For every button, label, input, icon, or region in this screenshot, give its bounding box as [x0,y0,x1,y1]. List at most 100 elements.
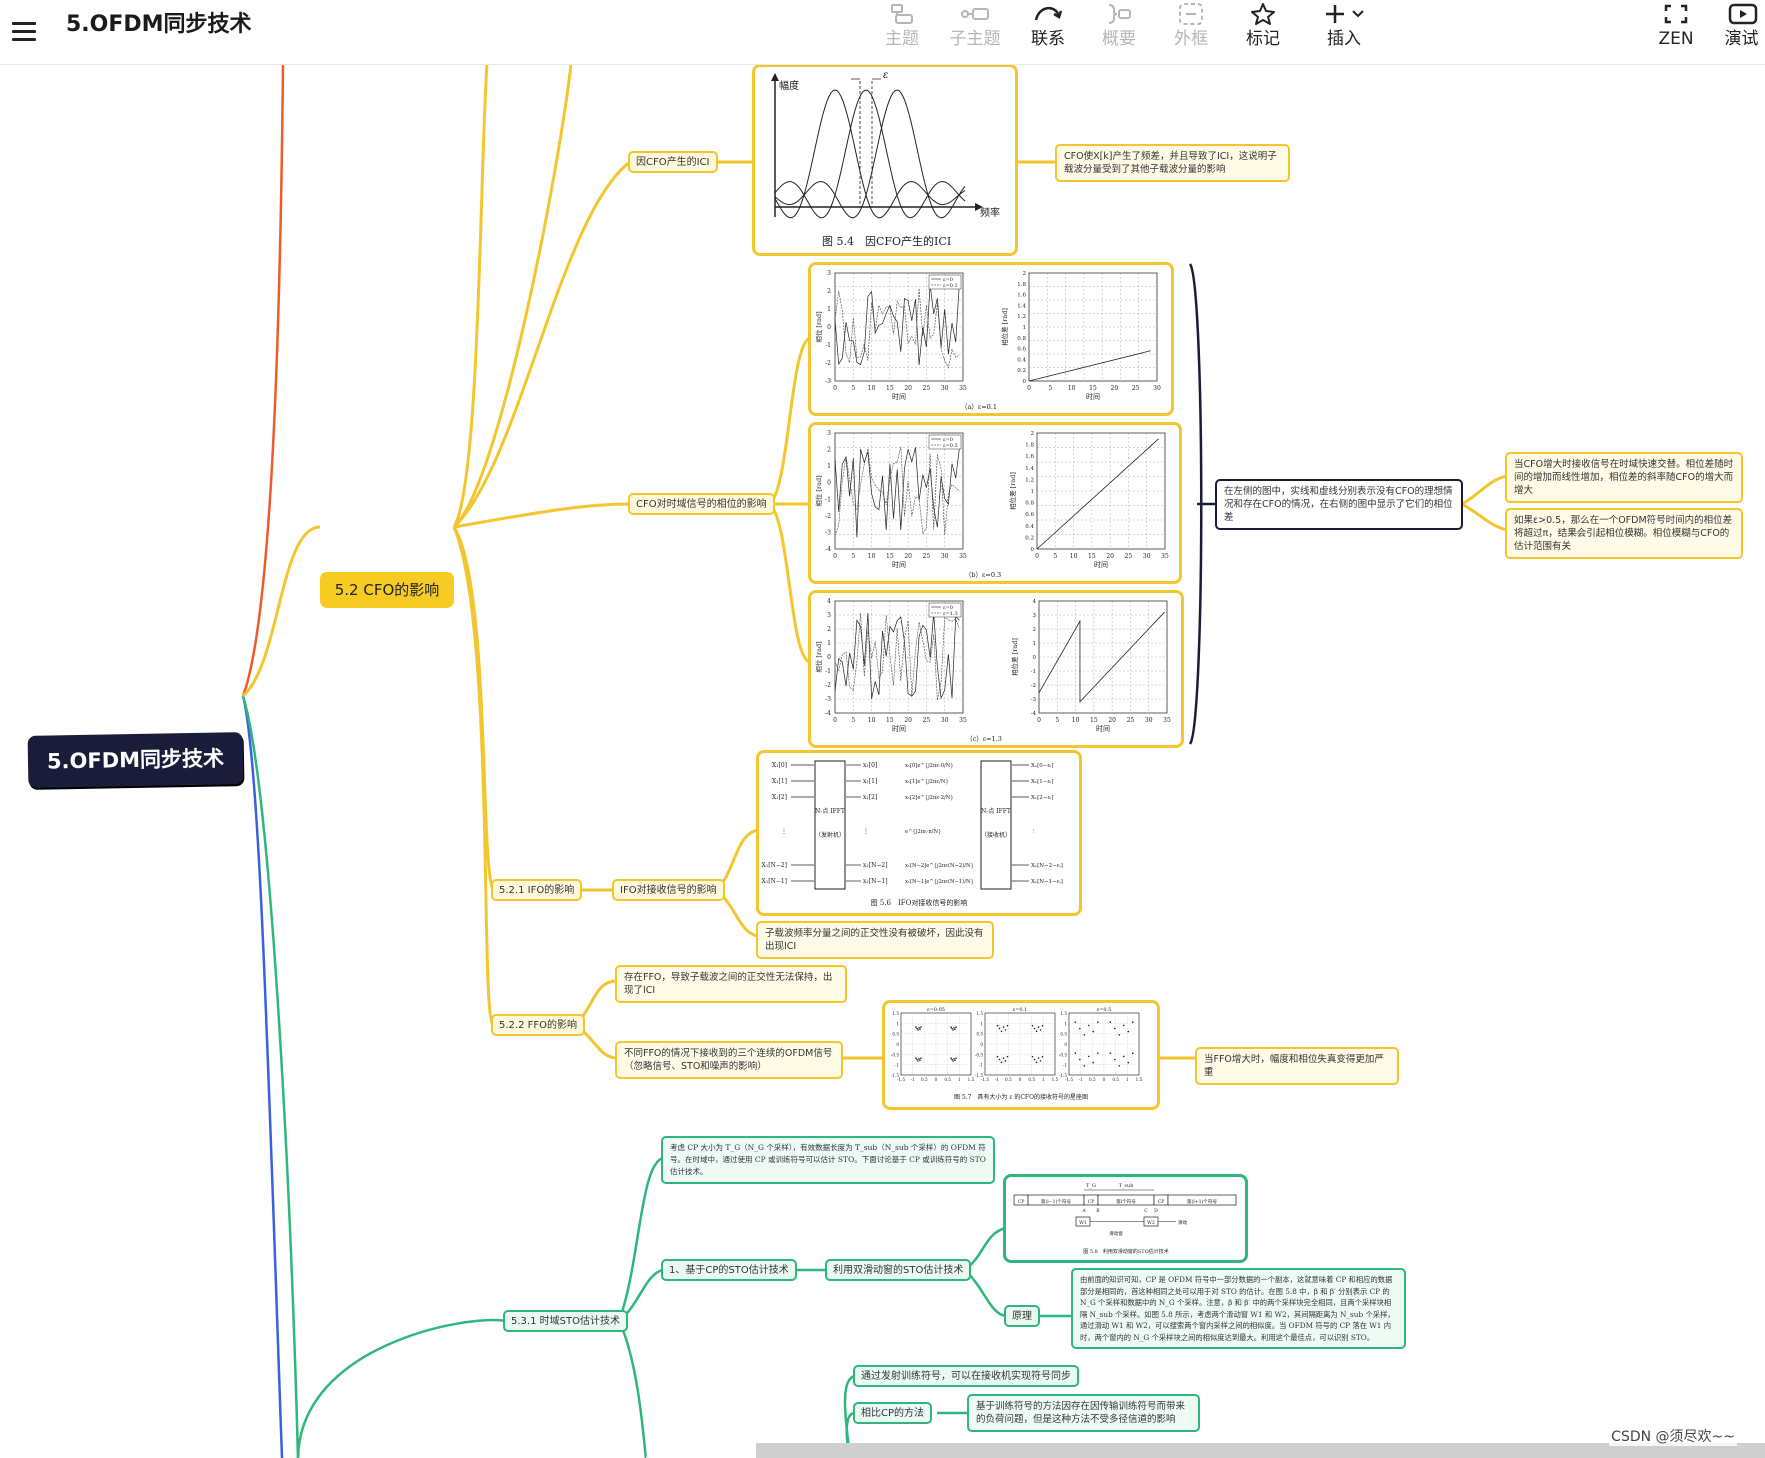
note-phase-desc[interactable]: 在左侧的图中，实线和虚线分别表示没有CFO的理想情况和存在CFO的情况，在右侧的… [1215,479,1463,530]
x-tick-label: -1 [995,1077,999,1082]
ifo-tx-output: x₁[N−1] [863,878,888,885]
legend-entry: ε=1.3 [943,611,958,617]
ifo-input-label: X₁[N−2] [762,862,787,869]
constellation-point [1118,1065,1121,1067]
topic-phase-effect[interactable]: CFO对时域信号的相位的影响 [628,493,775,515]
constellation-point [1033,1027,1036,1030]
ifo-channel-label: x₁[0]e^{j2πε·0/N} [905,762,954,769]
x-tick-label: -1 [911,1077,915,1082]
constellation-point [1039,1029,1042,1031]
document-title: 5.OFDM同步技术 [66,12,252,37]
topic-ifo-effect[interactable]: IFO对接收信号的影响 [612,879,725,901]
constellation-point [1074,1021,1077,1023]
figure-phase-c[interactable]: ε=0 ε=1.3 4 3 2 1 0 -1 -2 -3 -4 4 3 2 1 0 -1 -2 -3 -4 0 5 10 15… [808,590,1184,748]
topic-button[interactable]: 主题 [869,0,935,60]
figure-ici[interactable]: 幅度 ε 频率 图 5.4 因CFO产生的ICI [752,64,1018,256]
note-ffo-signals[interactable]: 不同FFO的情况下接收到的三个连续的OFDM信号（忽略信号、STO和噪声的影响） [615,1041,843,1079]
boundary-button[interactable]: 外框 [1158,0,1224,60]
subtopic-button[interactable]: 子主题 [942,0,1008,60]
constellation-point [1000,1030,1003,1033]
root-topic[interactable]: 5.OFDM同步技术 [27,732,244,788]
y-tick-label: -4 [825,546,831,553]
note-phase-2[interactable]: 如果ε>0.5，那么在一个OFDM符号时间内的相位差将超过π，结果会引起相位模糊… [1505,508,1743,559]
x-tick-label: -1.5 [897,1077,905,1082]
topic-cfo-effect[interactable]: 5.2 CFO的影响 [320,572,454,608]
note-sto-intro[interactable]: 考虑 CP 大小为 T_G（N_G 个采样），有效数据长度为 T_sub（N_s… [661,1136,995,1184]
note-ffo[interactable]: 当FFO增大时，幅度和相位失真变得更加严重 [1195,1047,1399,1085]
x-tick-label: 10 [868,385,876,392]
constellation-point [1132,1052,1134,1054]
summary-button[interactable]: 概要 [1086,0,1152,60]
note-ffo-ici[interactable]: 存在FFO，导致子载波之间的正交性无法保持，出现了ICI [615,965,847,1003]
constellation-point [1092,1030,1095,1033]
figure-phase-a[interactable]: ε=0 ε=0.1 3 2 1 0 -1 -2 -3 2 1.8 1.6 1.4 1.2 1 0.8 0.6 0.… [808,262,1174,416]
ifo-tx-output: x₁[N−2] [863,862,888,869]
note-phase-1[interactable]: 当CFO增大时接收信号在时域快速交替。相位差随时间的增加而线性增加，相位差的斜率… [1505,452,1743,503]
x-tick-label: 5 [1055,717,1059,724]
tx-role-label: （发射机） [815,831,845,839]
insert-label: 插入 [1327,29,1361,49]
y-tick-label: 1 [827,640,831,647]
x-tick-label: 30 [1143,553,1151,560]
y-tick-label: -2 [825,360,831,367]
topic-cp-based[interactable]: 1、基于CP的STO估计技术 [661,1259,797,1281]
x-axis-label: 时间 [892,560,906,569]
note-principle[interactable]: 由前面的知识可知，CP 是 OFDM 符号中一部分数据的一个副本，这就意味着 C… [1071,1268,1406,1349]
constellation-title: ε=0.05 [927,1007,945,1013]
ifo-channel-label: e^{j2πε·n/N} [905,828,941,835]
x-tick-label: 0.5 [944,1077,951,1082]
y-tick-label: 4 [1033,599,1037,605]
present-button[interactable]: 演试 [1718,0,1765,60]
ifo-caption: 图 5.6 IFO对接收信号的影响 [871,898,968,907]
y-tick-label: 0.2 [1025,535,1034,541]
sto-move-label: 滑动 [1178,1219,1188,1226]
x-tick-label: 35 [1161,553,1169,560]
topic-sto-time[interactable]: 5.3.1 时域STO估计技术 [503,1310,628,1332]
x-tick-label: 30 [1153,385,1161,392]
x-tick-label: 15 [886,553,894,560]
y-tick-label: 1.2 [1017,314,1026,320]
note-compare[interactable]: 基于训练符号的方法因存在因传输训练符号而带来的负荷问题，但是这种方法不受多径信道… [967,1394,1200,1432]
constellation-point [1037,1057,1040,1059]
ifo-channel-label: x₁[1]e^{j2πε/N} [905,778,949,785]
constellation-point [1088,1055,1090,1058]
sto-segment-label: CP [1158,1199,1165,1205]
ifo-channel-label: x₁[N−1]e^{j2πε(N−1)/N} [905,878,974,885]
marker-button[interactable]: 标记 [1230,0,1296,60]
tx-ifft-block [814,760,846,890]
constellation-point [1000,1061,1003,1064]
topic-sliding-window[interactable]: 利用双滑动窗的STO估计技术 [825,1259,972,1281]
constellation-point [917,1029,919,1031]
note-ici[interactable]: CFO使X[k]产生了频差，并且导致了ICI，这说明子载波分量受到了其他子载波分… [1055,144,1290,182]
ici-eps: ε [883,70,889,81]
figure-phase-b[interactable]: ε=0 ε=0.5 3 2 1 0 -1 -2 -3 -4 2 1.8 1.6 1.4 1.2 1 0.8 0.6… [808,422,1182,584]
constellation-point [1114,1058,1116,1061]
insert-button[interactable]: 插入 [1308,0,1380,60]
y-tick-label: 1.6 [1017,293,1026,299]
topic-principle[interactable]: 原理 [1004,1305,1040,1327]
mindmap-canvas[interactable]: 5.OFDM同步技术 5.2 CFO的影响 因CFO产生的ICI 幅度 ε 频率… [0,64,1765,1458]
topic-ifo[interactable]: 5.2.1 IFO的影响 [491,879,583,901]
hamburger-menu-icon[interactable] [6,14,40,48]
figure-ifo[interactable]: N-点 IFFT （发射机） N-点 IFFT （接收机） X₁[0] x₁[0] x₁[0… [756,750,1082,916]
topic-ici[interactable]: 因CFO产生的ICI [628,151,718,173]
constellation-point [1123,1024,1125,1027]
ifo-output-label: ⋮ [1031,829,1037,835]
y-tick-label: -3 [825,529,831,536]
x-tick-label: 10 [1068,385,1076,392]
sto-tg-label: T_G [1086,1183,1096,1189]
y-tick-label: 0.5 [892,1032,899,1037]
topic-compare-cp[interactable]: 相比CP的方法 [853,1402,933,1424]
y-tick-label: 0 [827,324,831,331]
relation-button[interactable]: 联系 [1015,0,1081,60]
figure-ffo[interactable]: ε=0.05 1.5 1 0.5 0 -0.5 -1 -1.5 -1.5 -1 0.5 0 0.5 1 1.… [882,1000,1160,1110]
sto-mark: D [1154,1208,1158,1214]
note-ifo[interactable]: 子载波频率分量之间的正交性没有被破坏，因此没有出现ICI [756,921,994,959]
y-tick-label: -0.5 [975,1052,983,1057]
constellation-point [1092,1061,1095,1064]
topic-ffo[interactable]: 5.2.2 FFO的影响 [491,1014,585,1036]
topic-training-symbol[interactable]: 通过发射训练符号，可以在接收机实现符号同步 [853,1365,1079,1387]
toolbar: 5.OFDM同步技术 主题 子主题 联系 概要 外框 标记 插入 ZEN 演试 [0,0,1765,65]
figure-sto[interactable]: CP 第(l−1)个符号 CP 第l个符号 CP 第(l+1)个符号 T_G T_sub A B C… [1003,1174,1248,1263]
zen-button[interactable]: ZEN [1646,0,1706,60]
